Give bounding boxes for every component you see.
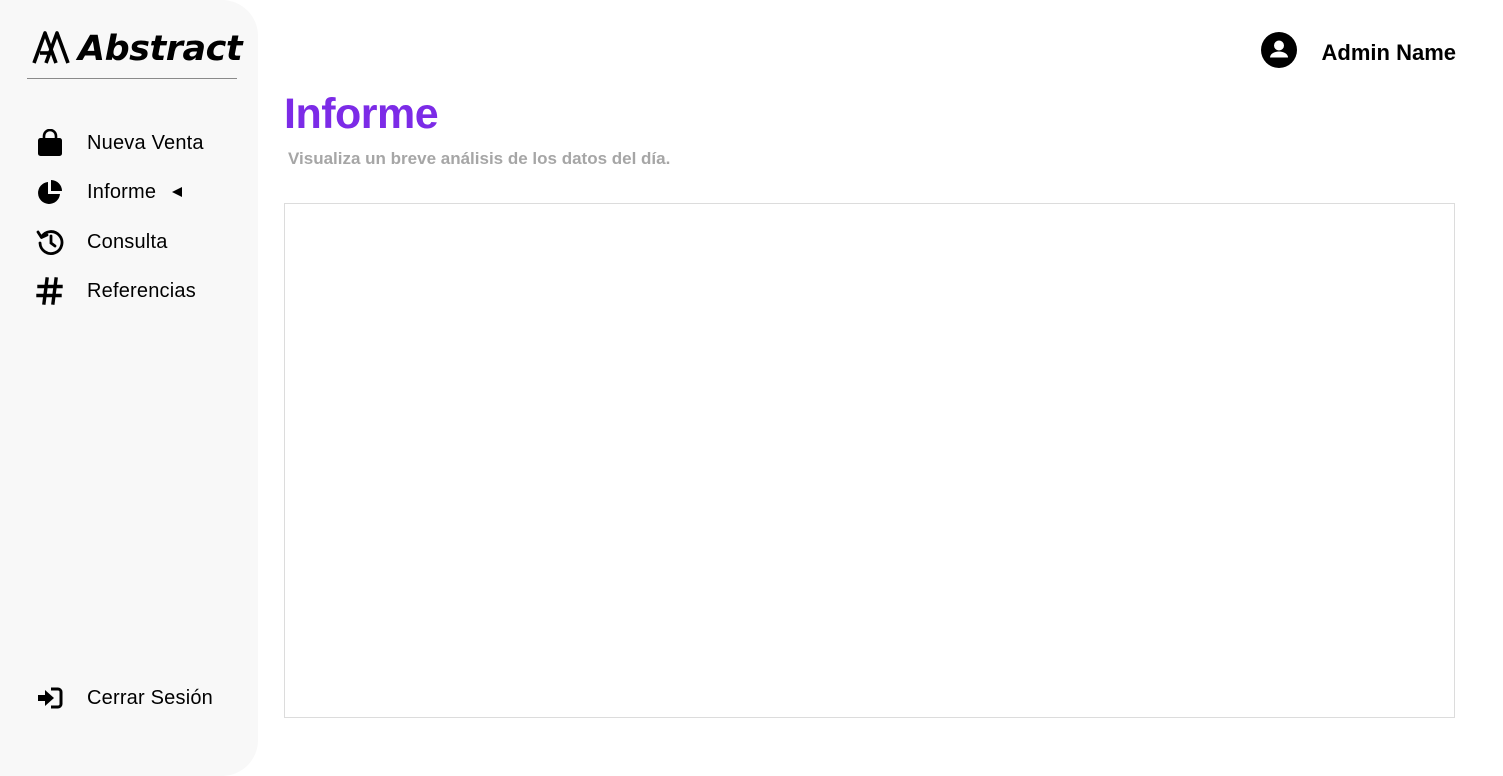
sign-in-icon: [36, 684, 64, 712]
pie-chart-icon: [36, 178, 64, 206]
user-circle-icon: [1260, 32, 1297, 73]
logout-label: Cerrar Sesión: [87, 686, 213, 709]
sidebar-item-label: Informe: [87, 180, 157, 203]
history-icon: [36, 228, 64, 256]
active-indicator-icon: [172, 187, 183, 197]
sidebar-item-label: Referencias: [87, 279, 196, 302]
sidebar-item-consulta[interactable]: Consulta: [36, 224, 168, 260]
sidebar: Abstract Nueva Venta Informe Consulta Re…: [0, 0, 258, 776]
brand[interactable]: Abstract: [27, 20, 243, 79]
sidebar-item-label: Nueva Venta: [87, 131, 204, 154]
user-menu[interactable]: Admin Name: [1260, 32, 1456, 73]
sidebar-item-label: Consulta: [87, 230, 168, 253]
sidebar-item-informe[interactable]: Informe: [36, 174, 183, 210]
hashtag-icon: [36, 277, 64, 305]
brand-name: Abstract: [78, 28, 243, 69]
shopping-bag-icon: [36, 129, 64, 157]
sidebar-item-referencias[interactable]: Referencias: [36, 273, 196, 309]
sidebar-item-nueva-venta[interactable]: Nueva Venta: [36, 125, 204, 161]
user-name: Admin Name: [1321, 39, 1456, 65]
abstract-logo-icon: [32, 29, 70, 70]
page-subtitle: Visualiza un breve análisis de los datos…: [288, 149, 671, 168]
logout-button[interactable]: Cerrar Sesión: [36, 680, 213, 716]
page-title: Informe: [284, 90, 439, 138]
report-panel: [284, 203, 1455, 718]
